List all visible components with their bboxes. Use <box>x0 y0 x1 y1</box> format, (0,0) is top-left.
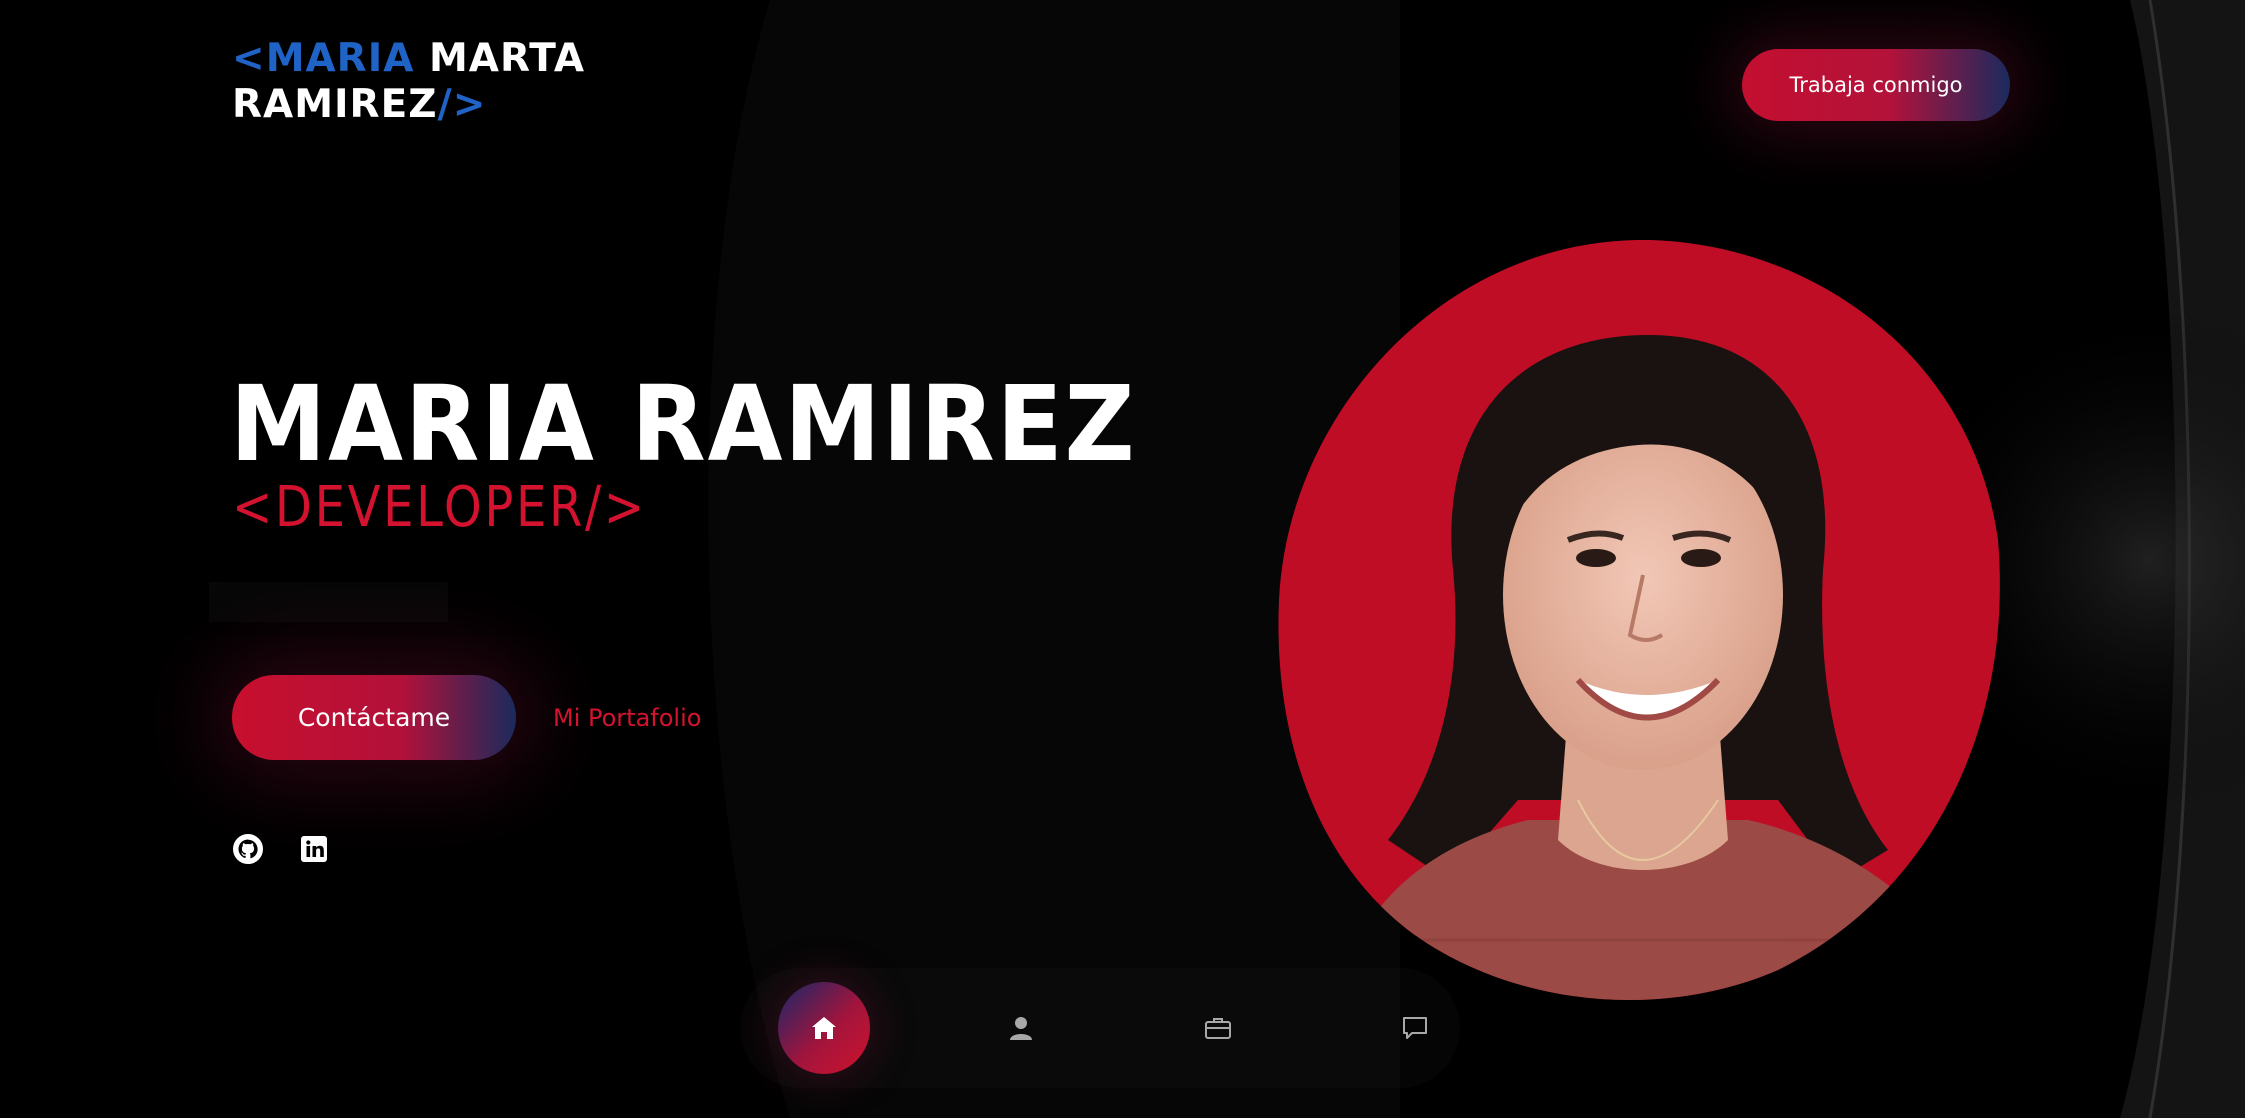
user-icon <box>1010 1017 1032 1040</box>
logo-middle-name: MARTA <box>428 36 586 81</box>
linkedin-icon[interactable] <box>298 833 330 865</box>
portfolio-link[interactable]: Mi Portafolio <box>553 700 701 736</box>
home-page: <MARIA MARTA RAMIREZ/> Trabaja conmigo M… <box>0 0 2245 1118</box>
logo-close-bracket: > <box>452 82 487 127</box>
logo-slash: / <box>437 82 453 127</box>
github-icon[interactable] <box>232 833 264 865</box>
work-with-me-button[interactable]: Trabaja conmigo <box>1742 49 2010 121</box>
nav-home[interactable] <box>778 982 870 1074</box>
logo-last-name: RAMIREZ <box>232 82 438 127</box>
profile-photo <box>1278 240 2000 1002</box>
nav-portfolio[interactable] <box>1172 982 1264 1074</box>
logo-open-bracket: < <box>232 36 266 81</box>
bottom-navigation <box>740 968 1460 1088</box>
hero-name: MARIA RAMIREZ <box>230 363 1137 485</box>
nav-contact[interactable] <box>1369 982 1461 1074</box>
chat-icon <box>1403 1017 1427 1039</box>
hero-role: <DEVELOPER/> <box>232 475 647 540</box>
typing-text-area <box>209 582 448 622</box>
nav-about[interactable] <box>975 982 1067 1074</box>
logo-first-name: MARIA <box>265 36 415 81</box>
site-logo[interactable]: <MARIA MARTA RAMIREZ/> <box>232 36 585 128</box>
contact-button[interactable]: Contáctame <box>232 675 516 760</box>
briefcase-icon <box>1205 1018 1231 1039</box>
home-icon <box>812 1017 836 1039</box>
logo-line-2: RAMIREZ/> <box>232 82 585 128</box>
logo-line-1: <MARIA MARTA <box>232 36 585 82</box>
